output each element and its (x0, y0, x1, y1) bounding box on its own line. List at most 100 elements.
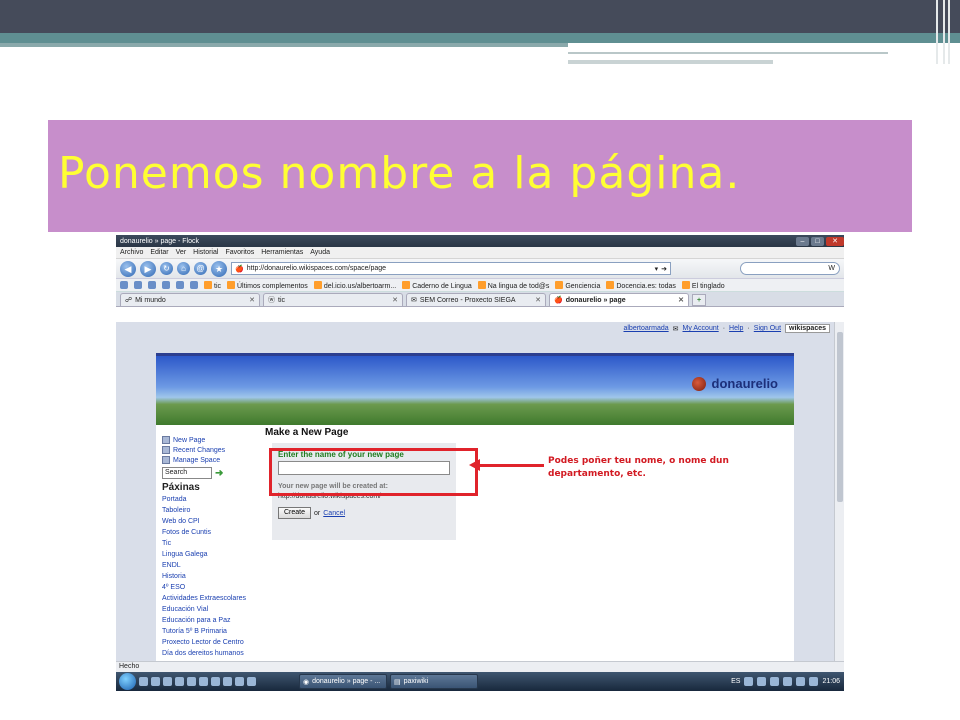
quicklaunch-icon[interactable] (247, 677, 256, 686)
quicklaunch-icon[interactable] (199, 677, 208, 686)
bookmark-docencia[interactable]: Docencia.es: todas (606, 280, 676, 290)
tab-donaurelio[interactable]: 🍎 donaurelio » page ✕ (549, 293, 689, 306)
user-link[interactable]: albertoarmada (623, 325, 668, 332)
nav-item[interactable]: Día dos dereitos humanos (162, 648, 262, 659)
bookmark-delicious[interactable]: del.icio.us/albertoarm... (313, 280, 396, 290)
minimize-button[interactable]: – (796, 236, 809, 246)
manage-space-link[interactable]: Manage Space (162, 455, 262, 465)
close-tab-icon[interactable]: ✕ (249, 296, 255, 304)
wikispaces-button[interactable]: wikispaces (785, 324, 830, 333)
quicklaunch-icon[interactable] (223, 677, 232, 686)
menu-editar[interactable]: Editar (150, 249, 168, 256)
feed-tool-icon[interactable] (148, 281, 156, 289)
new-page-link[interactable]: New Page (162, 435, 262, 445)
home-icon[interactable]: ⌂ (177, 262, 190, 275)
tray-icon[interactable] (783, 677, 793, 686)
tab-tic[interactable]: ⓦ tic ✕ (263, 293, 403, 306)
blog-tool-icon[interactable] (162, 281, 170, 289)
nav-item[interactable]: Actividades Extraescolares (162, 593, 262, 604)
slide-accent-bar-secondary (0, 43, 568, 47)
nav-item[interactable]: Portada (162, 494, 262, 505)
tab-label: Mi mundo (135, 296, 166, 304)
help-link[interactable]: Help (729, 325, 743, 332)
nav-item[interactable]: Lingua Galega (162, 549, 262, 560)
quicklaunch-icon[interactable] (187, 677, 196, 686)
sidebar-search-input[interactable]: Search (162, 467, 212, 479)
tab-mi-mundo[interactable]: ☍ Mi mundo ✕ (120, 293, 260, 306)
url-dropdown-icon[interactable]: ▾ (655, 265, 659, 273)
reload-icon[interactable]: ↻ (160, 262, 173, 275)
nav-item[interactable]: 4º ESO (162, 582, 262, 593)
nav-item[interactable]: Educación para a Paz (162, 615, 262, 626)
my-account-link[interactable]: My Account (683, 325, 719, 332)
favorites-tool-icon[interactable] (176, 281, 184, 289)
site-logo[interactable]: donaurelio (691, 376, 778, 391)
new-tab-button[interactable]: + (692, 294, 706, 306)
tray-icon[interactable] (770, 677, 780, 686)
quicklaunch-icon[interactable] (151, 677, 160, 686)
language-indicator[interactable]: ES (731, 678, 740, 685)
star-icon[interactable]: ★ (211, 260, 227, 277)
quicklaunch-icon[interactable] (211, 677, 220, 686)
back-arrow-icon[interactable]: ◀ (120, 260, 136, 277)
email-icon[interactable]: @ (194, 262, 207, 275)
cancel-link[interactable]: Cancel (323, 510, 345, 517)
menu-herramientas[interactable]: Herramientas (261, 249, 303, 256)
bookmark-tinglado[interactable]: El tinglado (681, 280, 725, 290)
tray-icon[interactable] (796, 677, 806, 686)
bookmark-caderno[interactable]: Caderno de Lingua (402, 280, 472, 290)
tray-icon[interactable] (809, 677, 819, 686)
tab-sem-correo[interactable]: ✉ SEM Correo - Proxecto SIEGA ✕ (406, 293, 546, 306)
create-button[interactable]: Create (278, 507, 312, 519)
menu-favoritos[interactable]: Favoritos (225, 249, 254, 256)
menu-ayuda[interactable]: Ayuda (310, 249, 330, 256)
nav-item[interactable]: Historia (162, 571, 262, 582)
vertical-scrollbar[interactable] (834, 322, 844, 661)
nav-item[interactable]: ENDL (162, 560, 262, 571)
address-bar[interactable]: 🍎 http://donaurelio.wikispaces.com/space… (231, 262, 671, 275)
nav-item[interactable]: Taboleiro (162, 505, 262, 516)
start-button[interactable] (119, 673, 136, 690)
scrollbar-thumb[interactable] (837, 332, 843, 502)
close-tab-icon[interactable]: ✕ (535, 296, 541, 304)
bookmark-tic[interactable]: tic (204, 280, 221, 290)
bookmark-complementos[interactable]: Últimos complementos (227, 280, 308, 290)
bookmark-na-lingua[interactable]: Na lingua de tod@s (477, 280, 549, 290)
people-tool-icon[interactable] (134, 281, 142, 289)
manage-space-icon (162, 456, 170, 464)
nav-item[interactable]: Fotos de Cuntis (162, 527, 262, 538)
close-tab-icon[interactable]: ✕ (392, 296, 398, 304)
menu-historial[interactable]: Historial (193, 249, 218, 256)
window-title: donaurelio » page - Flock (120, 237, 199, 245)
nav-item[interactable]: Tic (162, 538, 262, 549)
menu-ver[interactable]: Ver (176, 249, 187, 256)
nav-item[interactable]: Web do CPI (162, 516, 262, 527)
taskbar-item-folder[interactable]: ▤ paxiwiki (390, 674, 478, 689)
mail-icon[interactable]: ✉ (673, 325, 679, 333)
recent-changes-link[interactable]: Recent Changes (162, 445, 262, 455)
forward-arrow-icon[interactable]: ▶ (140, 260, 156, 277)
upload-tool-icon[interactable] (190, 281, 198, 289)
taskbar-item-browser[interactable]: ◉ donaurelio » page - ... (299, 674, 387, 689)
tray-icon[interactable] (744, 677, 754, 686)
sign-out-link[interactable]: Sign Out (754, 325, 781, 332)
search-box[interactable]: W (740, 262, 840, 275)
quicklaunch-icon[interactable] (163, 677, 172, 686)
quicklaunch-icon[interactable] (235, 677, 244, 686)
quicklaunch-icon[interactable] (139, 677, 148, 686)
close-window-button[interactable]: ✕ (826, 236, 844, 246)
annotation-text: Podes poñer teu nome, o nome dun departa… (548, 456, 729, 479)
search-go-icon[interactable]: ➜ (215, 468, 223, 479)
nav-item[interactable]: Educación Vial (162, 604, 262, 615)
clock[interactable]: 21:06 (822, 678, 840, 685)
close-tab-icon[interactable]: ✕ (678, 296, 684, 304)
tray-icon[interactable] (757, 677, 767, 686)
nav-item[interactable]: Tutoría 5º B Primaria (162, 626, 262, 637)
refresh-tool-icon[interactable] (120, 281, 128, 289)
bookmark-genciencia[interactable]: Genciencia (555, 280, 600, 290)
menu-archivo[interactable]: Archivo (120, 249, 143, 256)
nav-item[interactable]: Proxecto Lector de Centro (162, 637, 262, 648)
maximize-button[interactable]: □ (811, 236, 824, 246)
go-arrow-icon[interactable]: ➜ (661, 265, 667, 273)
quicklaunch-icon[interactable] (175, 677, 184, 686)
